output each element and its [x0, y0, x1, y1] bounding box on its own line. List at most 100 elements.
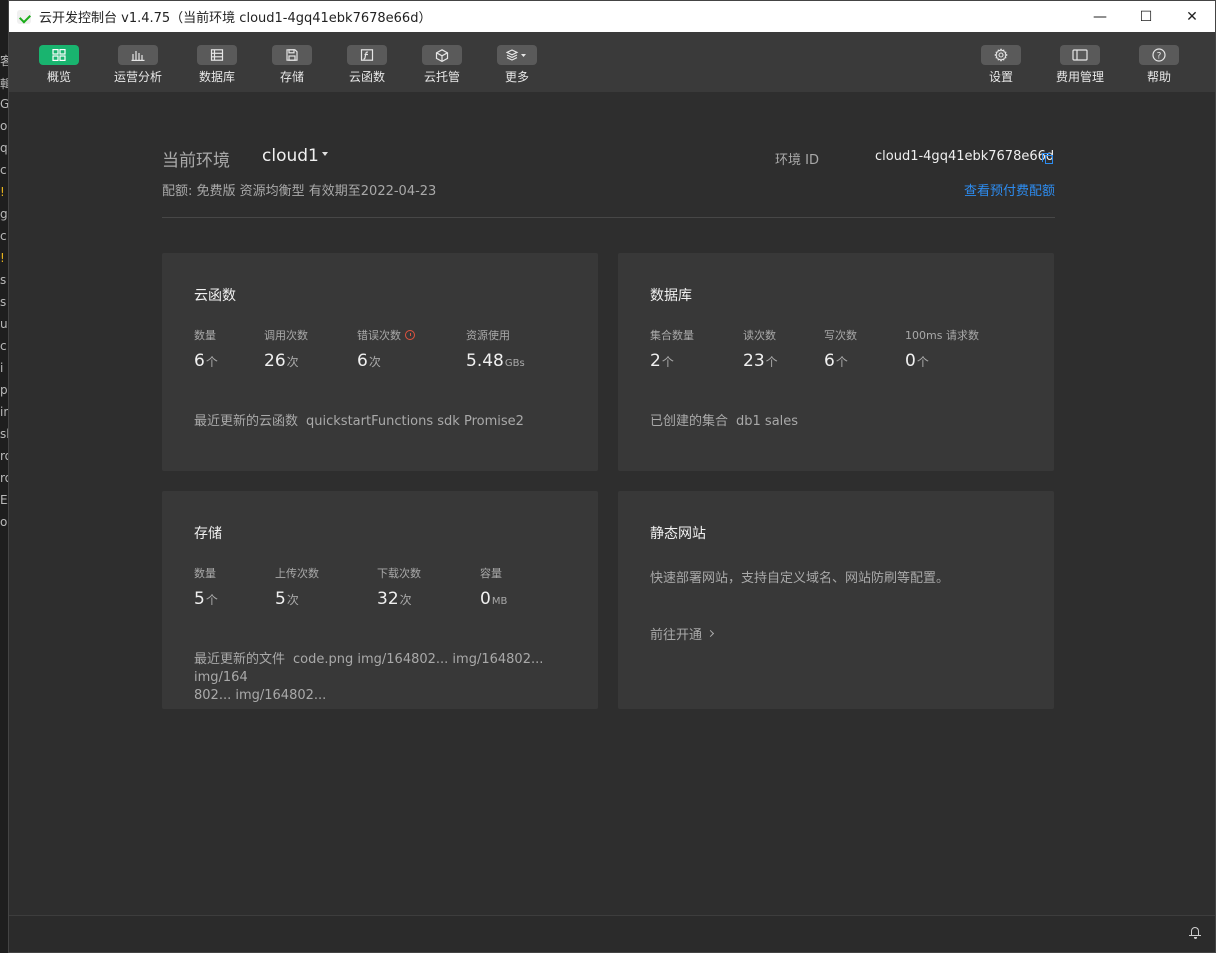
toolbar-label: 更多 [504, 70, 529, 84]
overview-content: 当前环境 cloud1 配额: 免费版 资源均衡型 有效期至2022-04-23… [9, 92, 1215, 916]
app-window: 云开发控制台 v1.4.75（当前环境 cloud1-4gq41ebk7678e… [8, 0, 1216, 953]
copy-icon[interactable] [1042, 153, 1053, 164]
stat-file-count: 数量 5个 [194, 567, 218, 609]
stat-slow-requests: 100ms 请求数 0个 [905, 329, 979, 371]
recent-functions: 最近更新的云函数 quickstartFunctions sdk Promise2 [194, 414, 524, 429]
storage-icon [272, 45, 312, 65]
database-icon [197, 45, 237, 65]
background-text-fragment: c [0, 163, 7, 177]
status-bar [9, 915, 1215, 952]
background-text-fragment: in [0, 405, 8, 419]
background-text-fragment: ro [0, 471, 8, 485]
background-text-fragment: q [0, 141, 8, 155]
toolbar-cloud-hosting[interactable]: 云托管 [407, 45, 477, 85]
background-text-fragment: i [0, 361, 4, 375]
background-text-fragment: u [0, 317, 8, 331]
svg-text:?: ? [1157, 52, 1162, 62]
toolbar-label: 数据库 [198, 70, 235, 84]
toolbar-label: 费用管理 [1055, 70, 1104, 84]
storage-card: 存储 数量 5个 上传次数 5次 下载次数 32次 容量 0MB 最近更新的文件… [162, 491, 598, 709]
background-text-fragment: s [0, 273, 7, 287]
toolbar-label: 帮助 [1146, 70, 1171, 84]
minimize-button[interactable]: — [1077, 1, 1123, 32]
stat-downloads: 下载次数 32次 [377, 567, 421, 609]
stat-writes: 写次数 6个 [824, 329, 857, 371]
toolbar-label: 云函数 [348, 70, 385, 84]
background-text-fragment: EA [0, 493, 8, 507]
background-text-fragment: o [0, 119, 8, 133]
bell-icon[interactable] [1189, 926, 1201, 939]
app-logo-icon [17, 9, 31, 24]
overview-grid-icon [39, 45, 79, 65]
card-title: 静态网站 [650, 526, 706, 542]
function-icon [347, 45, 387, 65]
stat-reads: 读次数 23个 [743, 329, 778, 371]
toolbar-analytics[interactable]: 运营分析 [103, 45, 173, 85]
window-title: 云开发控制台 v1.4.75（当前环境 cloud1-4gq41ebk7678e… [39, 11, 432, 26]
enable-static-site-link[interactable]: 前往开通 [650, 624, 715, 643]
functions-card: 云函数 数量 6个 调用次数 26次 错误次数 6次 资源使用 5.48GBs … [162, 253, 598, 471]
toolbar-help[interactable]: ? 帮助 [1124, 45, 1194, 85]
card-title: 云函数 [194, 288, 236, 304]
toolbar-label: 运营分析 [113, 70, 162, 84]
toolbar-functions[interactable]: 云函数 [332, 45, 402, 85]
toolbar-overview[interactable]: 概览 [24, 45, 94, 85]
env-label: 当前环境 [162, 151, 230, 171]
background-text-fragment: c [0, 339, 7, 353]
close-button[interactable]: ✕ [1169, 1, 1215, 32]
env-quota: 配额: 免费版 资源均衡型 有效期至2022-04-23 [162, 184, 437, 199]
warning-info-icon[interactable] [405, 330, 415, 340]
stat-resource-usage: 资源使用 5.48GBs [466, 329, 525, 371]
database-card: 数据库 集合数量 2个 读次数 23个 写次数 6个 100ms 请求数 0个 … [618, 253, 1054, 471]
background-text-fragment: G [0, 97, 8, 111]
static-site-card: 静态网站 快速部署网站，支持自定义域名、网站防刷等配置。 前往开通 [618, 491, 1054, 709]
toolbar-more[interactable]: 更多 [482, 45, 552, 85]
background-text-fragment: 客 [0, 54, 8, 68]
title-bar: 云开发控制台 v1.4.75（当前环境 cloud1-4gq41ebk7678e… [9, 1, 1215, 32]
toolbar-label: 设置 [988, 70, 1013, 84]
toolbar-label: 存储 [279, 70, 304, 84]
layers-icon [497, 45, 537, 65]
background-text-fragment: ! [0, 185, 5, 199]
prepaid-quota-link[interactable]: 查看预付费配额 [964, 180, 1055, 199]
background-text-fragment: s [0, 295, 7, 309]
toolbar-storage[interactable]: 存储 [257, 45, 327, 85]
toolbar-billing[interactable]: 费用管理 [1045, 45, 1115, 85]
background-text-fragment: p [0, 383, 8, 397]
stat-collection-count: 集合数量 2个 [650, 329, 694, 371]
window-controls: — ☐ ✕ [1077, 1, 1215, 32]
created-collections: 已创建的集合 db1 sales [650, 414, 799, 429]
toolbar-database[interactable]: 数据库 [182, 45, 252, 85]
environment-header: 当前环境 cloud1 配额: 免费版 资源均衡型 有效期至2022-04-23… [162, 144, 1055, 218]
card-title: 存储 [194, 526, 222, 542]
env-selector[interactable]: cloud1 [262, 146, 319, 166]
help-icon: ? [1139, 45, 1179, 65]
maximize-button[interactable]: ☐ [1123, 1, 1169, 32]
stat-errors: 错误次数 6次 [357, 327, 415, 371]
background-text-fragment: sl [0, 427, 8, 441]
background-text-fragment: ro [0, 449, 8, 463]
main-toolbar: 概览 运营分析 数据库 存储 云函数 云托管 更多 设置 费用管理 ? 帮助 [9, 32, 1215, 92]
static-site-description: 快速部署网站，支持自定义域名、网站防刷等配置。 [650, 571, 950, 586]
cube-icon [422, 45, 462, 65]
background-window-strip: 客輯Goqc!gc!ssucipinslroroEAol [0, 0, 8, 953]
recent-files: 最近更新的文件 code.png img/164802... img/164802… [194, 652, 544, 703]
caret-down-icon[interactable] [322, 152, 328, 156]
env-id-value: cloud1-4gq41ebk7678e66d [875, 149, 1055, 164]
chevron-right-icon [706, 629, 715, 638]
background-text-fragment: ! [0, 251, 5, 265]
background-text-fragment: c [0, 229, 7, 243]
card-title: 数据库 [650, 288, 692, 304]
toolbar-label: 云托管 [423, 70, 460, 84]
background-text-fragment: ol [0, 515, 8, 529]
background-text-fragment: 輯 [0, 77, 8, 91]
stat-capacity: 容量 0MB [480, 567, 508, 609]
billing-icon [1060, 45, 1100, 65]
toolbar-label: 概览 [46, 70, 71, 84]
stat-function-count: 数量 6个 [194, 329, 218, 371]
background-text-fragment: g [0, 207, 8, 221]
bar-chart-icon [118, 45, 158, 65]
stat-uploads: 上传次数 5次 [275, 567, 319, 609]
gear-icon [981, 45, 1021, 65]
toolbar-settings[interactable]: 设置 [966, 45, 1036, 85]
